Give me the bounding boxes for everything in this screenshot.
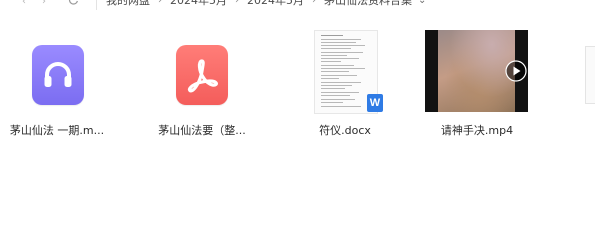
headphones-icon bbox=[44, 62, 72, 87]
back-arrow-icon[interactable]: ‹ bbox=[22, 0, 26, 8]
pdf-app-icon bbox=[176, 45, 228, 105]
chevron-down-icon[interactable]: ⌄ bbox=[418, 0, 426, 6]
video-thumbnail bbox=[425, 30, 528, 112]
breadcrumb-separator-icon: › bbox=[235, 0, 239, 6]
headphones-app-icon bbox=[32, 45, 84, 105]
breadcrumb-item[interactable]: 茅山仙法资料合集 bbox=[324, 0, 412, 8]
nav-divider bbox=[96, 0, 97, 10]
file-item-audio[interactable]: 茅山仙法 一期.m... bbox=[9, 30, 105, 140]
navigation-bar: ‹ › 我的网盘 › 2024年5月 › 2024年5月 › 茅山仙法资料合集 … bbox=[0, 0, 595, 12]
breadcrumb-item[interactable]: 2024年5月 bbox=[170, 0, 227, 8]
forward-arrow-icon[interactable]: › bbox=[42, 0, 46, 8]
word-icon: W bbox=[367, 94, 383, 112]
file-item-partial[interactable] bbox=[585, 46, 595, 104]
file-item-pdf[interactable]: 茅山仙法要（整... bbox=[154, 30, 250, 140]
file-item-video[interactable]: 请神手决.mp4 bbox=[424, 30, 530, 140]
video-frame-image bbox=[438, 30, 515, 112]
breadcrumb: 我的网盘 › 2024年5月 › 2024年5月 › 茅山仙法资料合集 ⌄ bbox=[106, 0, 426, 8]
breadcrumb-item[interactable]: 我的网盘 bbox=[106, 0, 150, 8]
play-icon[interactable] bbox=[505, 60, 527, 82]
breadcrumb-separator-icon: › bbox=[312, 0, 316, 6]
file-name: 符仪.docx bbox=[319, 124, 371, 137]
file-name: 茅山仙法要（整... bbox=[158, 124, 246, 137]
file-name: 请神手决.mp4 bbox=[440, 124, 514, 137]
breadcrumb-separator-icon: › bbox=[158, 0, 162, 6]
acrobat-icon bbox=[187, 59, 218, 93]
file-item-docx[interactable]: W 符仪.docx bbox=[297, 30, 393, 140]
refresh-icon[interactable] bbox=[68, 0, 79, 5]
file-name: 茅山仙法 一期.m... bbox=[9, 124, 105, 137]
breadcrumb-item[interactable]: 2024年5月 bbox=[247, 0, 304, 8]
